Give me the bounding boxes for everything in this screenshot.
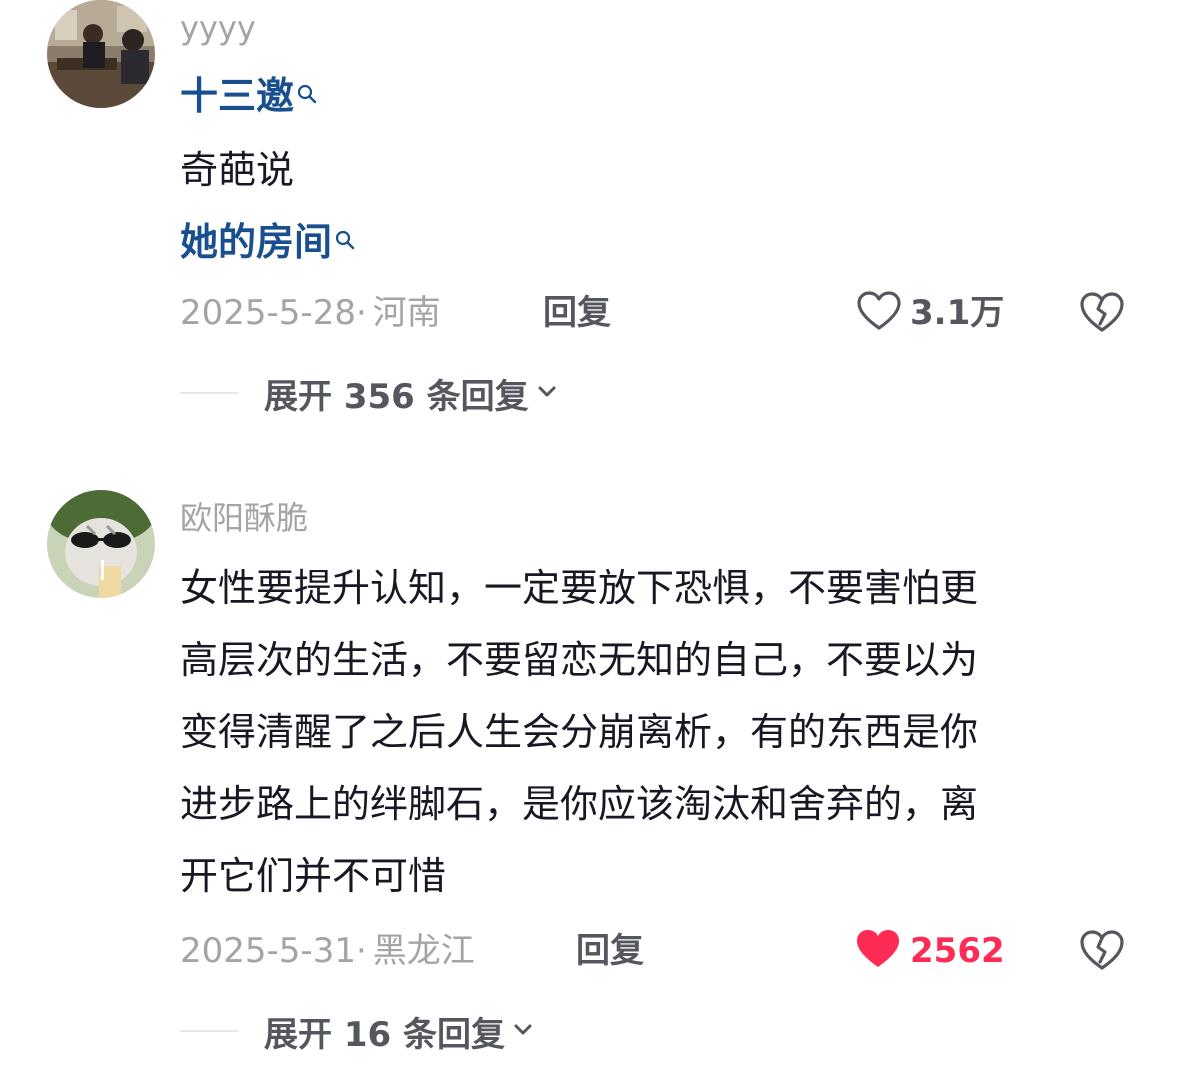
search-link[interactable]: 十三邀 <box>180 74 318 118</box>
expand-replies-button[interactable]: 展开 16 条回复 <box>180 1006 535 1056</box>
dislike-button[interactable] <box>1078 290 1126 338</box>
like-button[interactable]: 3.1万 <box>856 288 1004 338</box>
heart-icon <box>854 927 902 975</box>
expand-replies-label: 展开 16 条回复 <box>264 1014 505 1055</box>
comment-text-line: 高层次的生活，不要留恋无知的自己，不要以为 <box>180 638 979 682</box>
search-link-label: 十三邀 <box>180 74 295 118</box>
search-icon <box>296 68 318 116</box>
expand-replies-label: 展开 356 条回复 <box>264 376 529 417</box>
avatar[interactable] <box>47 490 155 598</box>
comment-line: 十三邀 <box>180 72 318 120</box>
chevron-down-icon <box>535 379 559 407</box>
reply-button[interactable]: 回复 <box>543 288 611 338</box>
comment-author[interactable]: 欧阳酥脆 <box>180 498 308 538</box>
comment-location: 黑龙江 <box>372 931 475 971</box>
reply-button[interactable]: 回复 <box>576 926 644 976</box>
comment-item: 欧阳酥脆 女性要提升认知，一定要放下恐惧，不要害怕更 高层次的生活，不要留恋无知… <box>0 490 1178 1070</box>
search-link-label: 她的房间 <box>180 220 333 264</box>
comment-author[interactable]: yyyy <box>180 8 256 48</box>
like-count: 3.1万 <box>910 293 1005 333</box>
chevron-down-icon <box>511 1017 535 1045</box>
comment-line: 她的房间 <box>180 218 356 266</box>
avatar-image <box>47 0 155 108</box>
comment-location: 河南 <box>372 293 441 333</box>
expand-replies-button[interactable]: 展开 356 条回复 <box>180 368 559 418</box>
avatar[interactable] <box>47 0 155 108</box>
comment-item: yyyy 十三邀 奇葩说 她的房间 2025-5-28· 河南 回复 3.1万 展… <box>0 0 1178 440</box>
comment-date-location: 2025-5-28· 河南 <box>180 288 441 338</box>
heart-icon <box>856 290 902 336</box>
comment-text-line: 进步路上的绊脚石，是你应该淘汰和舍弃的，离 <box>180 782 979 826</box>
avatar-image <box>47 490 155 598</box>
meta-separator: · <box>355 293 367 333</box>
dislike-button[interactable] <box>1078 928 1126 976</box>
search-link[interactable]: 她的房间 <box>180 220 356 264</box>
comment-date: 2025-5-31 <box>180 931 356 971</box>
broken-heart-icon <box>1078 292 1126 338</box>
search-icon <box>334 214 356 262</box>
meta-separator: · <box>355 931 367 971</box>
comment-meta: 2025-5-31· 黑龙江 回复 2562 <box>0 926 1178 976</box>
like-count: 2562 <box>910 931 1005 971</box>
like-button[interactable]: 2562 <box>854 926 1005 976</box>
comment-meta: 2025-5-28· 河南 回复 3.1万 <box>0 288 1178 338</box>
comment-text-line: 开它们并不可惜 <box>180 854 447 898</box>
divider-line <box>180 1030 238 1032</box>
comment-date-location: 2025-5-31· 黑龙江 <box>180 926 475 976</box>
comment-text-line: 变得清醒了之后人生会分崩离析，有的东西是你 <box>180 710 979 754</box>
comment-text: 奇葩说 <box>180 148 295 192</box>
broken-heart-icon <box>1078 930 1126 976</box>
divider-line <box>180 392 238 394</box>
comment-text: 女性要提升认知，一定要放下恐惧，不要害怕更 高层次的生活，不要留恋无知的自己，不… <box>180 552 1110 912</box>
comment-text-line: 女性要提升认知，一定要放下恐惧，不要害怕更 <box>180 566 979 610</box>
comment-date: 2025-5-28 <box>180 293 356 333</box>
